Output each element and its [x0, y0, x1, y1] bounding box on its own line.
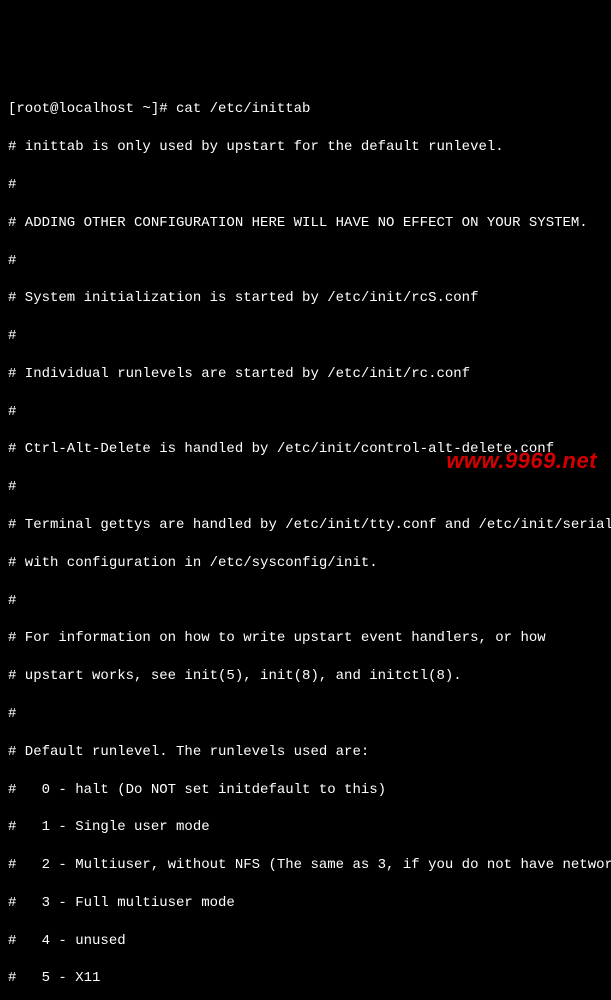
output-line: # Terminal gettys are handled by /etc/in… — [8, 516, 603, 535]
output-line: # Default runlevel. The runlevels used a… — [8, 743, 603, 762]
output-line: # — [8, 592, 603, 611]
output-line: # 2 - Multiuser, without NFS (The same a… — [8, 856, 603, 875]
output-line: # — [8, 176, 603, 195]
output-line: # — [8, 252, 603, 271]
output-line: # ADDING OTHER CONFIGURATION HERE WILL H… — [8, 214, 603, 233]
output-line: # 4 - unused — [8, 932, 603, 951]
command-line: [root@localhost ~]# cat /etc/inittab — [8, 100, 603, 119]
output-line: # 0 - halt (Do NOT set initdefault to th… — [8, 781, 603, 800]
output-line: # 1 - Single user mode — [8, 818, 603, 837]
output-line: # upstart works, see init(5), init(8), a… — [8, 667, 603, 686]
output-line: # — [8, 478, 603, 497]
output-line: # with configuration in /etc/sysconfig/i… — [8, 554, 603, 573]
output-line: # Ctrl-Alt-Delete is handled by /etc/ini… — [8, 440, 603, 459]
output-line: # — [8, 705, 603, 724]
output-line: # Individual runlevels are started by /e… — [8, 365, 603, 384]
output-line: # System initialization is started by /e… — [8, 289, 603, 308]
terminal-output[interactable]: [root@localhost ~]# cat /etc/inittab # i… — [8, 82, 603, 1000]
output-line: # — [8, 403, 603, 422]
output-line: # 3 - Full multiuser mode — [8, 894, 603, 913]
output-line: # inittab is only used by upstart for th… — [8, 138, 603, 157]
output-line: # 5 - X11 — [8, 969, 603, 988]
output-line: # For information on how to write upstar… — [8, 629, 603, 648]
output-line: # — [8, 327, 603, 346]
